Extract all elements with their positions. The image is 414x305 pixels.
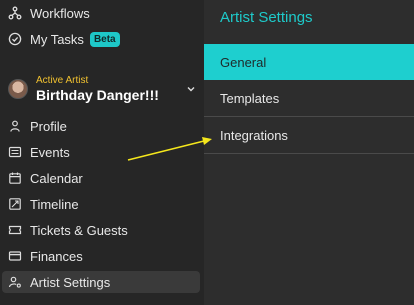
tab-integrations[interactable]: Integrations — [204, 118, 414, 154]
sidebar-item-label: Finances — [30, 248, 83, 264]
sidebar-item-finances[interactable]: Finances — [0, 245, 200, 267]
artist-name: Birthday Danger!!! — [36, 86, 159, 103]
workflow-icon — [8, 6, 22, 20]
active-artist-selector[interactable]: Active Artist Birthday Danger!!! — [8, 72, 196, 106]
list-icon — [8, 145, 22, 159]
artist-settings-panel: Artist Settings General Templates Integr… — [204, 0, 414, 305]
sidebar-item-workflows[interactable]: Workflows — [0, 2, 200, 24]
beta-badge: Beta — [89, 31, 120, 47]
avatar — [8, 79, 28, 99]
sidebar-item-tickets-guests[interactable]: Tickets & Guests — [0, 219, 200, 241]
tab-label: Integrations — [220, 128, 288, 143]
sidebar-item-profile[interactable]: Profile — [0, 115, 200, 137]
calendar-icon — [8, 171, 22, 185]
ticket-icon — [8, 223, 22, 237]
check-circle-icon — [8, 32, 22, 46]
page-title: Artist Settings — [220, 9, 313, 26]
timeline-icon — [8, 197, 22, 211]
person-icon — [8, 119, 22, 133]
sidebar-item-label: My Tasks — [30, 31, 84, 47]
user-settings-icon — [8, 275, 22, 289]
tab-label: Templates — [220, 91, 280, 106]
sidebar-item-label: Artist Settings — [30, 274, 111, 290]
sidebar-item-label: Timeline — [30, 196, 79, 212]
sidebar-item-label: Tickets & Guests — [30, 222, 128, 238]
chevron-down-icon — [187, 87, 195, 92]
tab-templates[interactable]: Templates — [204, 81, 414, 117]
tab-general[interactable]: General — [204, 44, 414, 80]
tab-label: General — [220, 54, 267, 70]
sidebar-item-my-tasks[interactable]: My Tasks Beta — [0, 28, 200, 50]
sidebar-item-label: Events — [30, 144, 70, 160]
sidebar-item-events[interactable]: Events — [0, 141, 200, 163]
sidebar-item-timeline[interactable]: Timeline — [0, 193, 200, 215]
active-artist-label: Active Artist — [36, 74, 89, 86]
sidebar-item-artist-settings[interactable]: Artist Settings — [2, 271, 200, 293]
sidebar: Workflows My Tasks Beta Active Artist Bi… — [0, 0, 204, 305]
sidebar-item-label: Workflows — [30, 5, 90, 21]
sidebar-item-label: Calendar — [30, 170, 83, 186]
sidebar-item-label: Profile — [30, 118, 67, 134]
sidebar-item-calendar[interactable]: Calendar — [0, 167, 200, 189]
card-icon — [8, 249, 22, 263]
